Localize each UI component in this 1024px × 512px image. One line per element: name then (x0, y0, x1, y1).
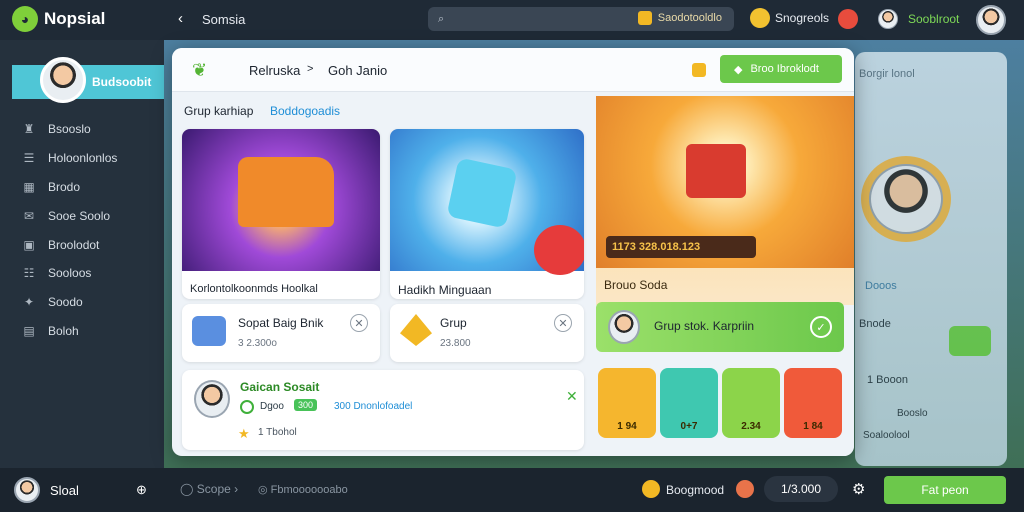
section-title: Grup karhiap (184, 104, 254, 118)
right-panel-header: Borgir lonol (859, 68, 915, 80)
top-status-1[interactable]: Snogreols (750, 8, 829, 28)
sidebar-item-5[interactable]: ☷ Sooloos (22, 266, 92, 280)
sidebar-item-6[interactable]: ✦ Soodo (22, 295, 83, 309)
sidebar-item-3[interactable]: ✉ Sooe Soolo (22, 209, 110, 223)
sidebar-item-2[interactable]: ▦ Brodo (22, 180, 80, 194)
coin-icon (692, 63, 706, 77)
tag-icon: ◆ (734, 63, 743, 76)
item-card-1[interactable]: Sopat Baig Bnik 3 2.300o ✕ (182, 304, 380, 362)
modal-header: ❦ Relruska > Goh Janio ◆ Broo Ibroklodt (172, 48, 854, 92)
search-tag: Saodotooldlo (637, 11, 722, 25)
star-icon: ★ (238, 426, 250, 441)
item-card-2[interactable]: Grup 23.800 ✕ (390, 304, 584, 362)
grid-icon: ▦ (23, 180, 35, 194)
sidebar-item-7[interactable]: ▤ Boloh (22, 324, 78, 338)
top-bar: ◕ Nopsial ‹ Somsia ⌕ Saodotooldlo Snogre… (0, 0, 1024, 40)
right-label-4: Booslo (897, 408, 928, 419)
reward-tile-1[interactable]: 1 94 (598, 368, 656, 438)
sidebar-avatar (40, 57, 86, 103)
app-name: Nopsial (44, 9, 106, 28)
sidebar: Budsoobit ♜ Bsooslo ☰ Holoonlonlos ▦ Brodo … (0, 40, 164, 468)
right-label-5: Soaloolool (863, 430, 910, 441)
van-thumbnail (182, 129, 380, 271)
back-label[interactable]: Somsia (202, 12, 245, 27)
sidebar-item-0[interactable]: ♜ Bsooslo (22, 122, 91, 136)
bottom-user[interactable]: Sloal (14, 477, 79, 503)
friend-name: Gaican Sosait (240, 380, 320, 394)
promo-join-button[interactable]: Grup stok. Karpriin ✓ (596, 302, 844, 352)
gear-icon[interactable]: ⚙ (852, 480, 865, 498)
cube-thumbnail (390, 129, 584, 275)
action-button[interactable]: ◆ Broo Ibroklodt (720, 55, 842, 83)
search-bar[interactable]: ⌕ Saodotooldlo (428, 7, 734, 31)
friend-count-badge: 300 (294, 399, 318, 411)
right-label-3: 1 Booon (867, 374, 908, 386)
right-label-1: Dooos (865, 280, 897, 292)
close-icon[interactable]: ✕ (566, 388, 578, 405)
globe-icon[interactable]: ⊕ (136, 482, 147, 498)
gift-icon: ▣ (23, 238, 35, 252)
top-status-2[interactable]: Sooblroot (908, 12, 959, 26)
right-heart-button[interactable] (949, 326, 991, 356)
right-panel: Borgir lonol Dooos Bnode 1 Booon Booslo … (855, 52, 1007, 466)
gift-icon[interactable] (736, 480, 754, 498)
promo-caption: Brouo Soda (604, 278, 668, 292)
star-icon: ✦ (23, 295, 35, 309)
bottom-avatar (14, 477, 40, 503)
friend-card[interactable]: Gaican Sosait Dgoo 300 300 Dnonlofoadel … (182, 370, 584, 450)
breadcrumb-separator: > (307, 63, 314, 75)
friend-avatar-icon[interactable] (878, 9, 898, 29)
coin-icon (642, 480, 660, 498)
sidebar-user[interactable]: Budsoobit (12, 57, 164, 103)
star-icon (400, 314, 432, 346)
reward-tile-3[interactable]: 2.34 (722, 368, 780, 438)
leaf-icon: ❦ (192, 60, 208, 80)
chat-icon: ✉ (23, 209, 35, 223)
bottom-right-label: Boogmood (666, 483, 725, 497)
chest-icon (686, 144, 746, 198)
sidebar-item-4[interactable]: ▣ Broolodot (22, 238, 99, 252)
reward-tile-2[interactable]: 0+7 (660, 368, 718, 438)
bottom-link-1[interactable]: ◯ Scope › (180, 482, 238, 496)
back-arrow-icon[interactable]: ‹ (178, 10, 183, 27)
app-logo[interactable]: ◕ Nopsial (12, 6, 105, 32)
car-icon (192, 316, 226, 346)
coin-icon (637, 11, 652, 25)
users-icon: ☷ (23, 266, 35, 280)
treasure-banner: 1173 328.018.123 (596, 96, 854, 268)
breadcrumb-1[interactable]: Relruska (249, 63, 300, 78)
logo-icon: ◕ (12, 6, 38, 32)
friend-avatar (194, 380, 230, 418)
notification-icon[interactable] (838, 9, 858, 29)
reward-tile-4[interactable]: 1 84 (784, 368, 842, 438)
smile-icon (750, 8, 770, 28)
close-icon[interactable]: ✕ (350, 314, 368, 332)
bottom-bar: Sloal ⊕ ◯ Scope › ◎ Fbmooooooabo Boogmoo… (0, 468, 1024, 512)
check-icon: ✓ (810, 316, 832, 338)
section-link[interactable]: Boddogoadis (270, 104, 340, 118)
list-icon: ☰ (23, 151, 35, 165)
game-card-1[interactable]: Korlontolkoonmds Hoolkal (182, 129, 380, 299)
breadcrumb-2[interactable]: Goh Janio (328, 63, 387, 78)
sidebar-item-1[interactable]: ☰ Holoonlonlos (22, 151, 118, 165)
close-icon[interactable]: ✕ (554, 314, 572, 332)
balance-pill: 1/3.000 (764, 476, 838, 502)
right-panel-avatar (861, 156, 951, 242)
game-card-2[interactable]: Hadikh Minguaan (390, 129, 584, 299)
van-icon (238, 157, 334, 227)
group-modal: ❦ Relruska > Goh Janio ◆ Broo Ibroklodt … (172, 48, 854, 456)
trophy-icon: ♜ (23, 122, 35, 136)
settings-icon: ▤ (23, 324, 35, 338)
play-button[interactable]: Fat peon (884, 476, 1006, 504)
profile-avatar[interactable] (976, 5, 1006, 35)
promo-amount: 1173 328.018.123 (612, 241, 701, 253)
right-label-2: Bnode (859, 318, 891, 330)
cube-icon (446, 157, 518, 229)
check-icon (240, 400, 254, 414)
bottom-link-2[interactable]: ◎ Fbmooooooabo (258, 483, 348, 496)
search-icon: ⌕ (438, 12, 445, 25)
